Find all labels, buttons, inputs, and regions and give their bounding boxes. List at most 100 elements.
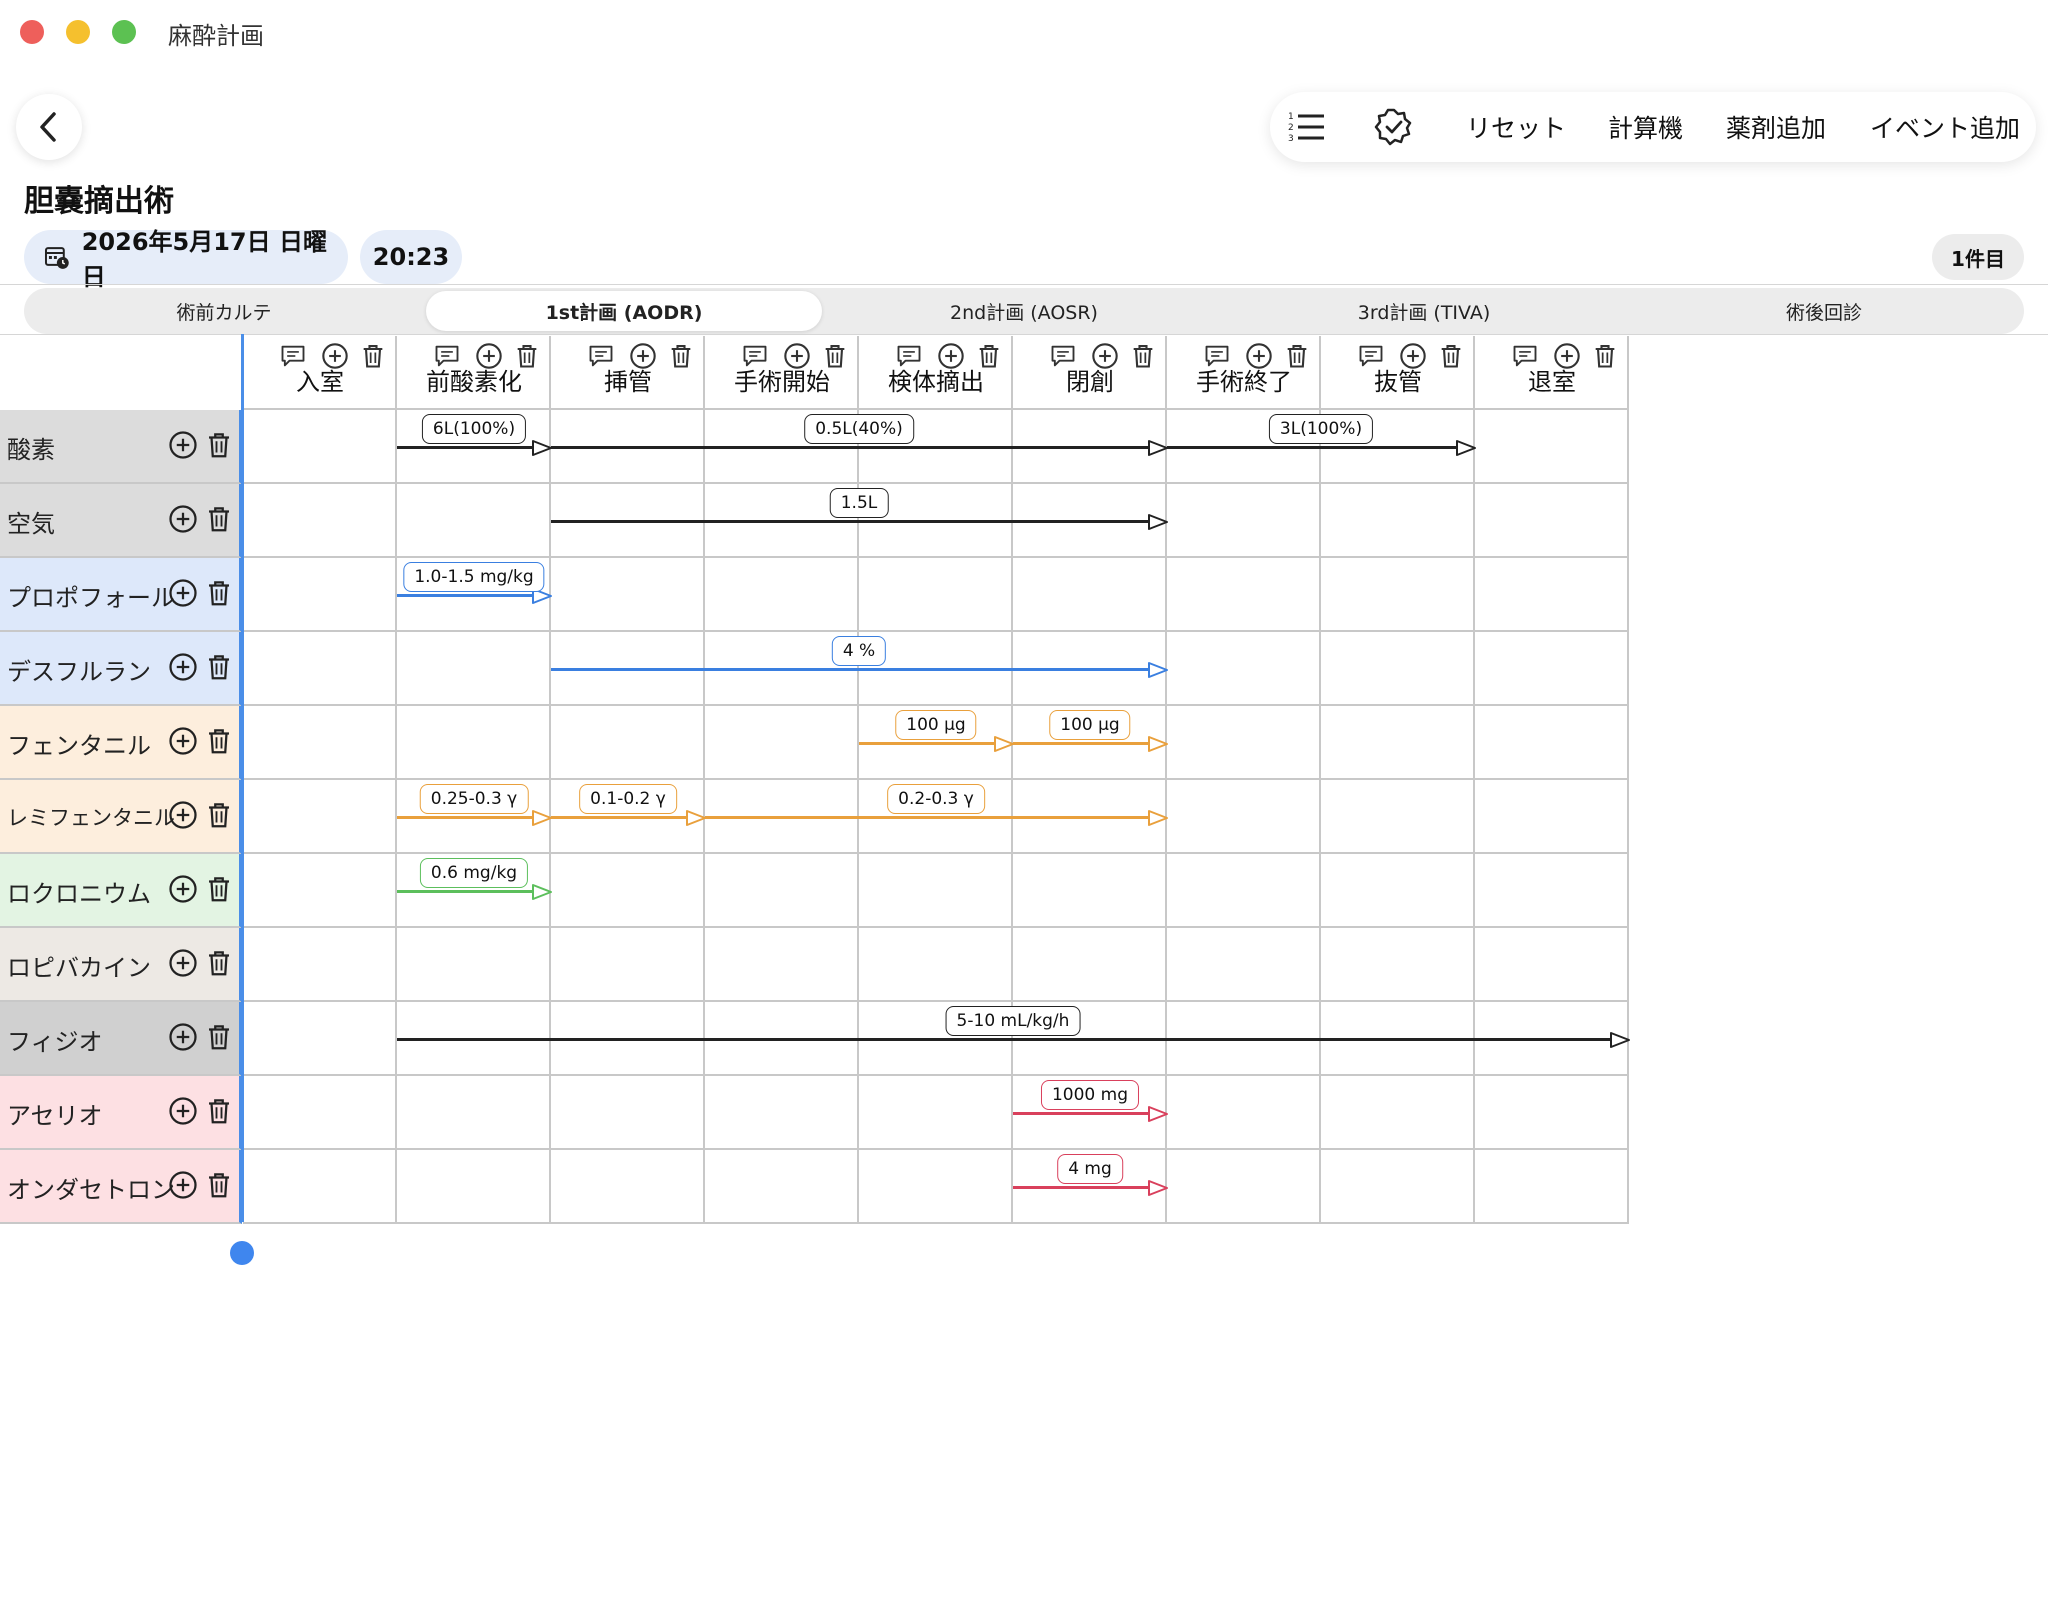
drug-delete-button[interactable] bbox=[204, 800, 234, 834]
plan-cell[interactable] bbox=[397, 484, 551, 558]
event-comment-button[interactable] bbox=[1357, 342, 1385, 374]
plan-cell[interactable] bbox=[1475, 706, 1629, 780]
event-add-button[interactable] bbox=[783, 342, 811, 374]
plan-cell[interactable] bbox=[243, 632, 397, 706]
calculator-button[interactable]: 計算機 bbox=[1608, 92, 1683, 162]
event-delete-button[interactable] bbox=[821, 342, 849, 374]
event-delete-button[interactable] bbox=[359, 342, 387, 374]
back-button[interactable] bbox=[16, 94, 82, 160]
drug-delete-button[interactable] bbox=[204, 948, 234, 982]
tab-preop-chart[interactable]: 術前カルテ bbox=[24, 288, 424, 334]
tab-postop-visit[interactable]: 術後回診 bbox=[1624, 288, 2024, 334]
dose-label[interactable]: 0.1-0.2 γ bbox=[579, 784, 677, 814]
dosing-arrow[interactable] bbox=[1013, 735, 1168, 752]
event-add-button[interactable] bbox=[1245, 342, 1273, 374]
dose-label[interactable]: 0.6 mg/kg bbox=[419, 858, 529, 888]
drug-delete-button[interactable] bbox=[204, 652, 234, 686]
close-window-button[interactable] bbox=[20, 20, 44, 44]
dose-label[interactable]: 1.5L bbox=[829, 488, 889, 518]
dose-label[interactable]: 100 µg bbox=[895, 710, 977, 740]
plan-cell[interactable] bbox=[705, 854, 859, 928]
drug-add-button[interactable] bbox=[168, 430, 198, 464]
dosing-arrow[interactable] bbox=[859, 735, 1014, 752]
event-comment-button[interactable] bbox=[433, 342, 461, 374]
plan-cell[interactable] bbox=[1013, 928, 1167, 1002]
drug-add-button[interactable] bbox=[168, 800, 198, 834]
plan-cell[interactable] bbox=[1321, 706, 1475, 780]
timeline-scroll-handle[interactable] bbox=[230, 1241, 254, 1265]
plan-cell[interactable] bbox=[1321, 1150, 1475, 1224]
event-add-button[interactable] bbox=[1553, 342, 1581, 374]
plan-cell[interactable] bbox=[243, 854, 397, 928]
plan-cell[interactable] bbox=[1475, 632, 1629, 706]
plan-cell[interactable] bbox=[1013, 558, 1167, 632]
plan-cell[interactable] bbox=[859, 1150, 1013, 1224]
event-comment-button[interactable] bbox=[741, 342, 769, 374]
drug-add-button[interactable] bbox=[168, 726, 198, 760]
plan-cell[interactable] bbox=[1475, 410, 1629, 484]
dose-label[interactable]: 0.25-0.3 γ bbox=[419, 784, 529, 814]
event-add-button[interactable] bbox=[321, 342, 349, 374]
event-comment-button[interactable] bbox=[895, 342, 923, 374]
plan-cell[interactable] bbox=[1321, 558, 1475, 632]
event-delete-button[interactable] bbox=[1591, 342, 1619, 374]
tab-plan-2[interactable]: 2nd計画 (AOSR) bbox=[824, 288, 1224, 334]
plan-cell[interactable] bbox=[859, 928, 1013, 1002]
plan-cell[interactable] bbox=[1167, 484, 1321, 558]
plan-cell[interactable] bbox=[859, 558, 1013, 632]
plan-cell[interactable] bbox=[1475, 1076, 1629, 1150]
plan-cell[interactable] bbox=[1167, 1076, 1321, 1150]
plan-cell[interactable] bbox=[1167, 632, 1321, 706]
plan-cell[interactable] bbox=[551, 1076, 705, 1150]
reset-button[interactable]: リセット bbox=[1466, 92, 1566, 162]
drug-delete-button[interactable] bbox=[204, 430, 234, 464]
dosing-arrow[interactable] bbox=[551, 661, 1168, 678]
plan-cell[interactable] bbox=[1013, 854, 1167, 928]
plan-cell[interactable] bbox=[1475, 558, 1629, 632]
plan-cell[interactable] bbox=[243, 928, 397, 1002]
add-drug-button[interactable]: 薬剤追加 bbox=[1726, 92, 1826, 162]
event-delete-button[interactable] bbox=[667, 342, 695, 374]
plan-cell[interactable] bbox=[1167, 706, 1321, 780]
record-count-badge[interactable]: 1件目 bbox=[1932, 234, 2024, 280]
drug-add-button[interactable] bbox=[168, 1022, 198, 1056]
dose-label[interactable]: 5-10 mL/kg/h bbox=[945, 1006, 1081, 1036]
event-comment-button[interactable] bbox=[587, 342, 615, 374]
plan-cell[interactable] bbox=[1167, 1150, 1321, 1224]
dosing-arrow[interactable] bbox=[1013, 1105, 1168, 1122]
drug-add-button[interactable] bbox=[168, 504, 198, 538]
date-chip[interactable]: 2026年5月17日 日曜日 bbox=[24, 228, 348, 291]
plan-cell[interactable] bbox=[243, 558, 397, 632]
plan-cell[interactable] bbox=[397, 928, 551, 1002]
dose-label[interactable]: 0.2-0.3 γ bbox=[887, 784, 985, 814]
plan-cell[interactable] bbox=[243, 706, 397, 780]
drug-delete-button[interactable] bbox=[204, 1096, 234, 1130]
plan-cell[interactable] bbox=[1321, 632, 1475, 706]
event-comment-button[interactable] bbox=[1511, 342, 1539, 374]
dosing-arrow[interactable] bbox=[397, 809, 552, 826]
plan-cell[interactable] bbox=[705, 1076, 859, 1150]
plan-cell[interactable] bbox=[1321, 854, 1475, 928]
plan-cell[interactable] bbox=[1475, 780, 1629, 854]
event-delete-button[interactable] bbox=[1129, 342, 1157, 374]
plan-cell[interactable] bbox=[1475, 1150, 1629, 1224]
dosing-arrow[interactable] bbox=[551, 439, 1168, 456]
tab-plan-1[interactable]: 1st計画 (AODR) bbox=[424, 288, 824, 334]
drug-delete-button[interactable] bbox=[204, 726, 234, 760]
plan-cell[interactable] bbox=[705, 928, 859, 1002]
plan-cell[interactable] bbox=[1475, 928, 1629, 1002]
plan-cell[interactable] bbox=[551, 854, 705, 928]
plan-cell[interactable] bbox=[551, 706, 705, 780]
plan-cell[interactable] bbox=[243, 410, 397, 484]
event-comment-button[interactable] bbox=[279, 342, 307, 374]
event-comment-button[interactable] bbox=[1203, 342, 1231, 374]
plan-cell[interactable] bbox=[859, 854, 1013, 928]
dose-label[interactable]: 100 µg bbox=[1049, 710, 1131, 740]
plan-cell[interactable] bbox=[1475, 484, 1629, 558]
plan-cell[interactable] bbox=[1167, 854, 1321, 928]
minimize-window-button[interactable] bbox=[66, 20, 90, 44]
dose-label[interactable]: 6L(100%) bbox=[421, 414, 527, 444]
event-add-button[interactable] bbox=[937, 342, 965, 374]
drug-add-button[interactable] bbox=[168, 874, 198, 908]
plan-cell[interactable] bbox=[705, 558, 859, 632]
